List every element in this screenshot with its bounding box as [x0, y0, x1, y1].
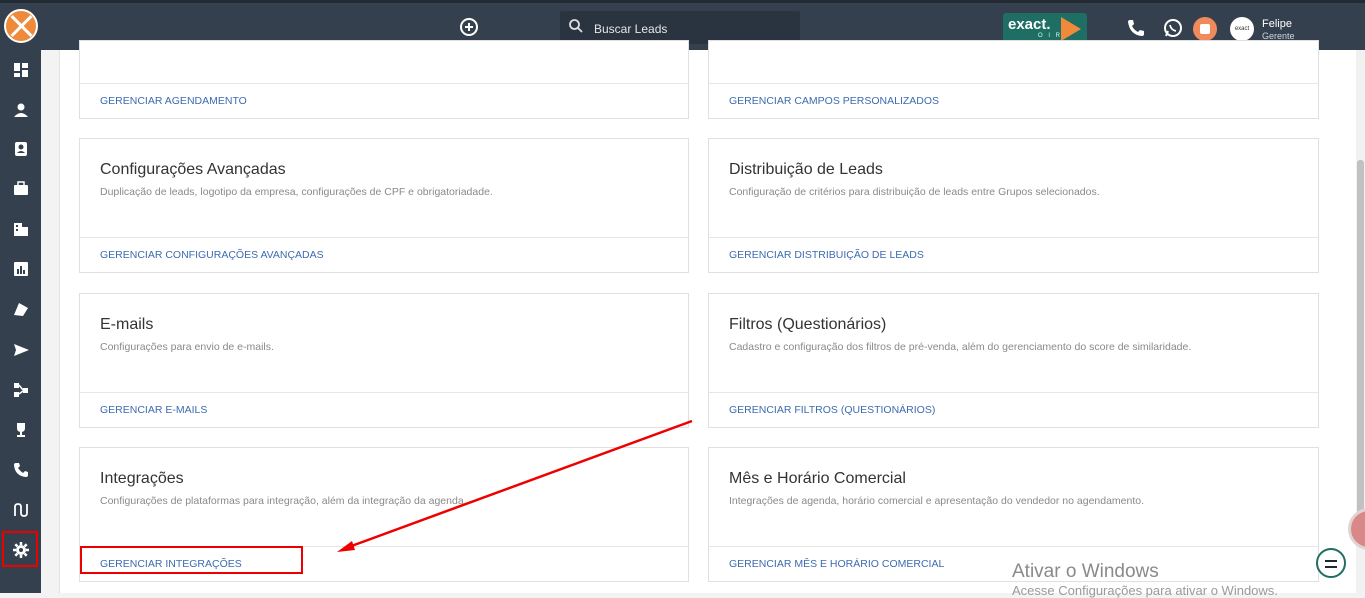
hub-icon[interactable] — [1193, 17, 1217, 41]
manage-campos-link[interactable]: GERENCIAR CAMPOS PERSONALIZADOS — [729, 95, 939, 107]
logo-icon[interactable] — [4, 9, 38, 43]
play-icon — [1061, 17, 1081, 41]
card-footer: GERENCIAR FILTROS (QUESTIONÁRIOS) — [709, 392, 1318, 427]
trophy-icon[interactable] — [10, 419, 32, 441]
card-footer: GERENCIAR E-MAILS — [80, 392, 688, 427]
settings-card-filtros: Filtros (Questionários) Cadastro e confi… — [708, 293, 1319, 428]
menu-fab-button[interactable] — [1316, 548, 1346, 578]
avatar[interactable]: exact — [1230, 17, 1254, 41]
annotation-highlight-box — [80, 546, 303, 574]
send-icon[interactable] — [10, 339, 32, 361]
whatsapp-icon[interactable] — [1162, 17, 1184, 39]
manage-horario-comercial-link[interactable]: GERENCIAR MÊS E HORÁRIO COMERCIAL — [729, 558, 944, 570]
settings-card-campos: GERENCIAR CAMPOS PERSONALIZADOS — [708, 40, 1319, 119]
windows-watermark-subtitle: Acesse Configurações para ativar o Windo… — [1012, 583, 1278, 598]
dashboard-icon[interactable] — [10, 59, 32, 81]
scrollbar-thumb[interactable] — [1357, 160, 1364, 540]
chart-icon[interactable] — [10, 258, 32, 280]
card-title: E-mails — [100, 316, 154, 333]
search-icon — [569, 19, 583, 33]
route-icon[interactable] — [10, 499, 32, 521]
card-title: Filtros (Questionários) — [729, 316, 887, 333]
card-footer: GERENCIAR CONFIGURAÇÕES AVANÇADAS — [80, 237, 688, 272]
hierarchy-icon[interactable] — [10, 379, 32, 401]
card-footer: GERENCIAR AGENDAMENTO — [80, 83, 688, 118]
card-description: Configurações para envio de e-mails. — [100, 341, 274, 353]
card-footer: GERENCIAR CAMPOS PERSONALIZADOS — [709, 83, 1318, 118]
card-footer: GERENCIAR DISTRIBUIÇÃO DE LEADS — [709, 237, 1318, 272]
manage-filtros-link[interactable]: GERENCIAR FILTROS (QUESTIONÁRIOS) — [729, 404, 935, 416]
brand-text: exact. — [1008, 16, 1051, 33]
user-name[interactable]: Felipe — [1262, 18, 1292, 30]
settings-card-configuracoes-avancadas: Configurações Avançadas Duplicação de le… — [79, 138, 689, 273]
add-icon[interactable] — [460, 18, 478, 36]
card-title: Distribuição de Leads — [729, 161, 883, 178]
card-title: Configurações Avançadas — [100, 161, 286, 178]
active-sidebar-highlight — [2, 531, 38, 567]
card-description: Configurações de plataformas para integr… — [100, 495, 467, 507]
phone-icon[interactable] — [10, 459, 32, 481]
card-title: Mês e Horário Comercial — [729, 470, 906, 487]
card-description: Configuração de critérios para distribui… — [729, 186, 1100, 198]
manage-configuracoes-avancadas-link[interactable]: GERENCIAR CONFIGURAÇÕES AVANÇADAS — [100, 249, 324, 261]
person-icon[interactable] — [10, 99, 32, 121]
card-title: Integrações — [100, 470, 184, 487]
settings-card-emails: E-mails Configurações para envio de e-ma… — [79, 293, 689, 428]
manage-distribuicao-leads-link[interactable]: GERENCIAR DISTRIBUIÇÃO DE LEADS — [729, 249, 924, 261]
card-description: Cadastro e configuração dos filtros de p… — [729, 341, 1192, 353]
sidebar — [0, 50, 41, 593]
manage-agendamento-link[interactable]: GERENCIAR AGENDAMENTO — [100, 95, 247, 107]
phone-icon[interactable] — [1125, 17, 1147, 39]
windows-watermark-title: Ativar o Windows — [1012, 561, 1159, 582]
card-description: Duplicação de leads, logotipo da empresa… — [100, 186, 493, 198]
manage-emails-link[interactable]: GERENCIAR E-MAILS — [100, 404, 207, 416]
settings-card-distribuicao-leads: Distribuição de Leads Configuração de cr… — [708, 138, 1319, 273]
brand-subtext: O I R — [1038, 33, 1063, 39]
contact-card-icon[interactable] — [10, 138, 32, 160]
card-description: Integrações de agenda, horário comercial… — [729, 495, 1145, 507]
pipeline-icon[interactable] — [10, 298, 32, 320]
settings-card-agendamento: GERENCIAR AGENDAMENTO — [79, 40, 689, 119]
briefcase-icon[interactable] — [10, 178, 32, 200]
building-icon[interactable] — [10, 218, 32, 240]
